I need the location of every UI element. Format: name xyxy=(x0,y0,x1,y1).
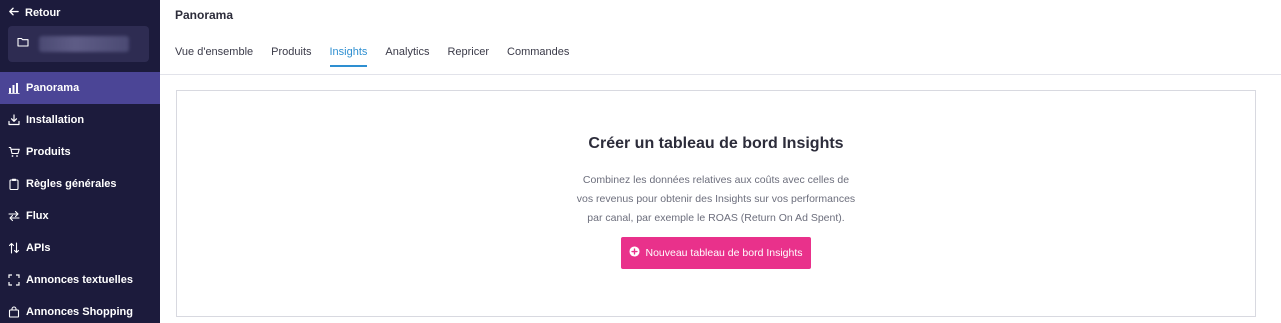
empty-state-description: Combinez les données relatives aux coûts… xyxy=(177,171,1255,228)
sidebar-item-label: Annonces Shopping xyxy=(26,306,133,318)
cart-icon xyxy=(8,146,20,158)
sidebar-item-label: Produits xyxy=(26,146,71,158)
project-name-redacted xyxy=(39,36,129,52)
tab-vue-ensemble[interactable]: Vue d'ensemble xyxy=(175,46,253,66)
sidebar-item-label: Règles générales xyxy=(26,178,117,190)
description-line: par canal, par exemple le ROAS (Return O… xyxy=(587,212,845,224)
bar-chart-icon xyxy=(8,82,20,94)
empty-state-card: Créer un tableau de bord Insights Combin… xyxy=(176,90,1256,317)
back-label: Retour xyxy=(25,7,61,19)
tab-analytics[interactable]: Analytics xyxy=(385,46,429,66)
button-label: Nouveau tableau de bord Insights xyxy=(645,247,803,259)
clipboard-icon xyxy=(8,178,20,190)
sidebar-item-label: Flux xyxy=(26,210,49,222)
sidebar-item-annonces-shopping[interactable]: Annonces Shopping xyxy=(0,296,160,323)
sidebar-nav: Panorama Installation Produits Règles gé… xyxy=(0,72,160,323)
tabs-divider xyxy=(160,74,1281,75)
up-down-arrows-icon xyxy=(8,242,20,254)
folder-icon xyxy=(17,35,29,53)
tab-repricer[interactable]: Repricer xyxy=(447,46,489,66)
sidebar-item-panorama[interactable]: Panorama xyxy=(0,72,160,104)
sidebar-item-flux[interactable]: Flux xyxy=(0,200,160,232)
download-tray-icon xyxy=(8,114,20,126)
sidebar-item-regles-generales[interactable]: Règles générales xyxy=(0,168,160,200)
back-link[interactable]: Retour xyxy=(8,6,60,20)
empty-state-title: Créer un tableau de bord Insights xyxy=(588,135,844,152)
shopping-bag-icon xyxy=(8,306,20,318)
swap-arrows-icon xyxy=(8,210,20,222)
plus-circle-icon xyxy=(629,246,641,260)
sidebar: Retour Panorama Installation Produits Rè… xyxy=(0,0,160,323)
sidebar-item-annonces-textuelles[interactable]: Annonces textuelles xyxy=(0,264,160,296)
sidebar-item-produits[interactable]: Produits xyxy=(0,136,160,168)
sidebar-item-label: Panorama xyxy=(26,82,80,94)
page-title: Panorama xyxy=(175,8,234,22)
brackets-icon xyxy=(8,274,20,286)
sidebar-item-label: APIs xyxy=(26,242,51,254)
tab-bar: Vue d'ensemble Produits Insights Analyti… xyxy=(175,46,587,67)
tab-produits[interactable]: Produits xyxy=(271,46,311,66)
new-insights-dashboard-button[interactable]: Nouveau tableau de bord Insights xyxy=(621,237,811,269)
project-selector[interactable] xyxy=(8,26,149,62)
tab-insights[interactable]: Insights xyxy=(329,46,367,67)
sidebar-item-label: Annonces textuelles xyxy=(26,274,133,286)
arrow-left-icon xyxy=(8,6,19,20)
sidebar-item-installation[interactable]: Installation xyxy=(0,104,160,136)
description-line: Combinez les données relatives aux coûts… xyxy=(582,174,850,186)
sidebar-item-apis[interactable]: APIs xyxy=(0,232,160,264)
tab-commandes[interactable]: Commandes xyxy=(507,46,569,66)
sidebar-item-label: Installation xyxy=(26,114,85,126)
main-content: Panorama Vue d'ensemble Produits Insight… xyxy=(160,0,1281,323)
description-line: vos revenus pour obtenir des Insights su… xyxy=(576,193,856,205)
